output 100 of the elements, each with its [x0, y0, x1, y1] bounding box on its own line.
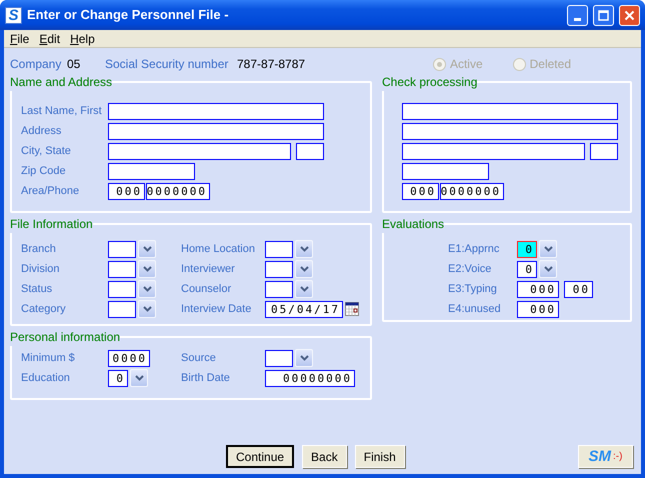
input-field[interactable]: [265, 240, 293, 258]
field-label: Source: [181, 350, 217, 366]
ssn-label: Social Security number: [105, 56, 230, 73]
input-field[interactable]: [265, 280, 293, 298]
dropdown-button[interactable]: [539, 240, 557, 258]
field-label: Home Location: [181, 242, 256, 257]
group-title: File Information: [10, 216, 93, 233]
input-field[interactable]: [402, 142, 585, 160]
input-field[interactable]: [402, 122, 618, 140]
dropdown-button[interactable]: [130, 369, 148, 387]
dialog-button[interactable]: Continue: [226, 445, 294, 468]
input-field[interactable]: [296, 142, 324, 160]
input-field[interactable]: [108, 260, 136, 278]
dropdown-button[interactable]: [138, 280, 156, 298]
input-field[interactable]: [108, 280, 136, 298]
dropdown-button[interactable]: [138, 300, 156, 318]
group-title: Evaluations: [382, 216, 444, 233]
input-field[interactable]: 00: [564, 280, 593, 298]
field-label: Branch: [21, 242, 57, 257]
field-label: Status: [21, 282, 54, 297]
menu-item[interactable]: File: [6, 30, 34, 48]
chevron-down-icon: [544, 246, 552, 252]
radio-label: Deleted: [530, 56, 571, 73]
input-field[interactable]: 0000000: [146, 182, 210, 200]
field-label: City, State: [21, 144, 72, 159]
group-title: Check processing: [382, 74, 478, 91]
minimize-icon: [574, 18, 581, 20]
input-field[interactable]: [402, 162, 489, 180]
dialog-button[interactable]: Back: [302, 445, 347, 468]
chevron-down-icon: [300, 246, 308, 252]
field-label: Division: [21, 262, 61, 277]
dropdown-button[interactable]: [295, 349, 313, 367]
input-field[interactable]: 00000000: [265, 370, 355, 386]
dropdown-button[interactable]: [295, 280, 313, 298]
chevron-down-icon: [134, 375, 144, 381]
input-field[interactable]: 05/04/17: [265, 300, 343, 318]
calendar-icon[interactable]: [345, 302, 359, 316]
logo-button[interactable]: SM:-): [578, 445, 633, 468]
maximize-button[interactable]: [593, 4, 614, 26]
field-label: Interview Date: [181, 302, 252, 317]
chevron-down-icon: [142, 246, 152, 252]
input-field[interactable]: 0000000: [440, 182, 504, 200]
input-field[interactable]: [108, 300, 136, 318]
input-field[interactable]: [265, 350, 293, 366]
chevron-down-icon: [544, 266, 552, 272]
field-label: E3:Typing: [448, 282, 498, 297]
close-button[interactable]: [619, 4, 640, 26]
field-label: Interviewer: [181, 262, 236, 277]
field-label: E4:unused: [448, 302, 502, 317]
chevron-down-icon: [142, 286, 152, 292]
chevron-down-icon: [300, 355, 308, 361]
input-field[interactable]: 000: [108, 182, 145, 200]
input-field[interactable]: [108, 240, 136, 258]
menu-item[interactable]: Help: [66, 30, 99, 48]
input-field[interactable]: [108, 122, 324, 140]
input-field[interactable]: [402, 102, 618, 120]
group-title: Name and Address: [10, 74, 112, 91]
input-field[interactable]: 0: [517, 260, 537, 278]
dropdown-button[interactable]: [295, 240, 313, 258]
field-label: Counselor: [181, 282, 232, 297]
dropdown-button[interactable]: [138, 260, 156, 278]
input-field[interactable]: 000: [517, 300, 559, 318]
smiley-text: :-): [613, 452, 622, 462]
chevron-down-icon: [300, 286, 308, 292]
field-label: Birth Date: [181, 370, 231, 386]
dialog-button[interactable]: Finish: [354, 445, 405, 468]
ssn-value: 787-87-8787: [237, 56, 306, 73]
field-label: Education: [21, 370, 71, 386]
company-value: 05: [67, 56, 82, 73]
field-label: E2:Voice: [448, 262, 492, 277]
maximize-icon: [598, 10, 609, 20]
dropdown-button[interactable]: [295, 260, 313, 278]
app-icon: S: [5, 6, 22, 24]
field-label: Address: [21, 124, 62, 139]
field-label: Area/Phone: [21, 184, 80, 199]
input-field[interactable]: [108, 142, 291, 160]
input-field[interactable]: [108, 102, 324, 120]
logo-text: SM: [588, 449, 612, 464]
input-field[interactable]: 0000: [108, 350, 150, 366]
dropdown-button[interactable]: [138, 240, 156, 258]
field-label: Zip Code: [21, 164, 67, 179]
input-field[interactable]: [590, 142, 618, 160]
minimize-button[interactable]: [567, 4, 588, 26]
input-field[interactable]: 0: [108, 370, 128, 386]
input-field[interactable]: 0: [517, 240, 537, 258]
field-label: E1:Apprnc: [448, 242, 500, 257]
menu-item[interactable]: Edit: [35, 30, 64, 48]
radio-label: Active: [450, 56, 483, 73]
dropdown-button[interactable]: [539, 260, 557, 278]
chevron-down-icon: [142, 306, 152, 312]
group-title: Personal information: [10, 329, 120, 346]
input-field[interactable]: 000: [517, 280, 559, 298]
company-label: Company: [10, 56, 62, 73]
window-title: Enter or Change Personnel File -: [27, 6, 230, 24]
chevron-down-icon: [300, 266, 308, 272]
field-label: Last Name, First: [21, 104, 103, 119]
input-field[interactable]: 000: [402, 182, 439, 200]
input-field[interactable]: [108, 162, 195, 180]
input-field[interactable]: [265, 260, 293, 278]
chevron-down-icon: [142, 266, 152, 272]
